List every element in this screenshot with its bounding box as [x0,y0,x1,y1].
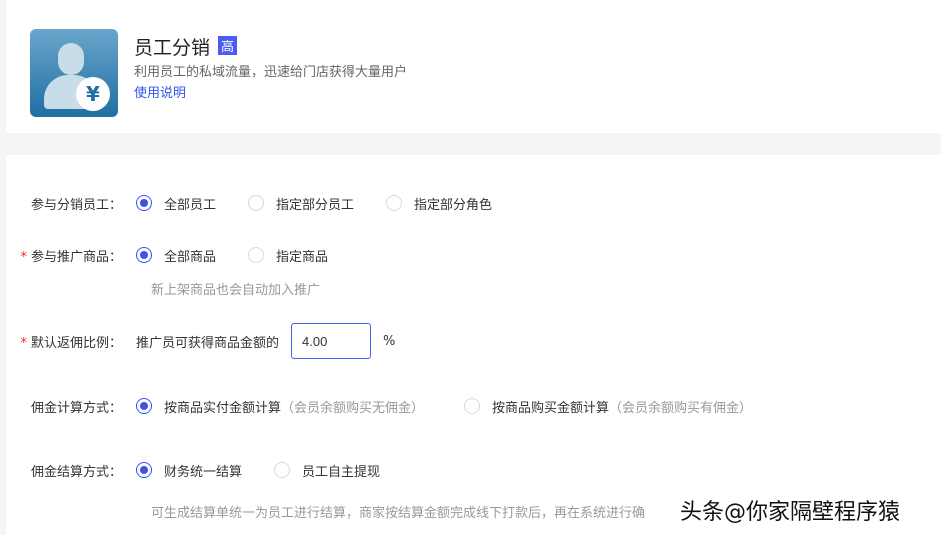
products-label: * 参与推广商品： [20,249,122,265]
products-hint: 新上架商品也会自动加入推广 [151,283,321,298]
staff-label: 参与分销员工： [30,197,122,213]
page-description: 利用员工的私域流量，迅速给门店获得大量用户 [134,65,408,80]
radio-specific-products[interactable]: 指定商品 [248,246,328,265]
radio-all-staff[interactable]: 全部员工 [136,194,216,213]
radio-icon[interactable] [274,462,291,478]
rate-prefix: 推广员可获得商品金额的 [136,335,280,351]
radio-icon[interactable] [248,195,265,211]
staff-row: 参与分销员工： 全部员工 指定部分员工 指定部分角色 [6,193,524,213]
calc-label: 佣金计算方式： [30,400,122,416]
radio-some-staff[interactable]: 指定部分员工 [248,194,354,213]
watermark: 头条@你家隔壁程序猿 [680,500,901,525]
option-label: 全部员工 [164,197,217,213]
radio-icon[interactable] [248,247,265,263]
rate-input[interactable] [291,323,372,359]
products-row: * 参与推广商品： 全部商品 指定商品 [6,245,360,265]
option-label: 按商品实付金额计算 [164,400,282,416]
radio-self-withdraw[interactable]: 员工自主提现 [274,461,380,480]
staff-distribution-logo: ¥ [30,29,118,117]
option-note: （会员余额购买有佣金） [609,400,753,416]
settle-hint: 可生成结算单统一为员工进行结算，商家按结算金额完成线下打款后，再在系统进行确 [151,506,646,521]
option-label: 全部商品 [164,249,217,265]
option-note: （会员余额购买无佣金） [281,400,425,416]
option-label: 指定部分角色 [414,197,493,213]
radio-some-roles[interactable]: 指定部分角色 [386,194,492,213]
label-text: 默认返佣比例： [30,335,122,351]
rate-label: * 默认返佣比例： [20,335,122,351]
help-link[interactable]: 使用说明 [134,82,186,101]
percent-unit: % [383,333,396,349]
app-header-card: ¥ 员工分销高 利用员工的私域流量，迅速给门店获得大量用户 使用说明 [6,0,941,133]
radio-paid-amount[interactable]: 按商品实付金额计算 （会员余额购买无佣金） [136,397,424,416]
option-label: 按商品购买金额计算 [492,400,610,416]
page-title: 员工分销高 [134,33,238,60]
radio-icon[interactable] [464,398,481,414]
radio-icon[interactable] [136,247,152,263]
option-label: 财务统一结算 [164,464,243,480]
radio-icon[interactable] [136,398,152,414]
radio-all-products[interactable]: 全部商品 [136,246,216,265]
level-badge: 高 [218,36,238,55]
title-text: 员工分销 [134,37,211,59]
option-label: 指定部分员工 [276,197,355,213]
calc-row: 佣金计算方式： 按商品实付金额计算 （会员余额购买无佣金） 按商品购买金额计算 （会… [6,396,784,416]
option-label: 指定商品 [276,249,329,265]
label-text: 参与推广商品： [30,249,122,265]
yen-icon: ¥ [76,77,110,111]
option-label: 员工自主提现 [302,464,381,480]
radio-icon[interactable] [386,195,403,211]
radio-purchase-amount[interactable]: 按商品购买金额计算 （会员余额购买有佣金） [464,397,752,416]
settings-form: 参与分销员工： 全部员工 指定部分员工 指定部分角色 * 参与推广商品： 全部商品… [6,155,941,535]
radio-finance-settle[interactable]: 财务统一结算 [136,461,242,480]
radio-icon[interactable] [136,462,152,478]
rate-row: *默认返佣比例： 推广员可获得商品金额的 % [6,323,396,359]
settle-row: 佣金结算方式： 财务统一结算 员工自主提现 [6,460,412,480]
radio-icon[interactable] [136,195,152,211]
person-icon [58,43,84,75]
settle-label: 佣金结算方式： [30,464,122,480]
